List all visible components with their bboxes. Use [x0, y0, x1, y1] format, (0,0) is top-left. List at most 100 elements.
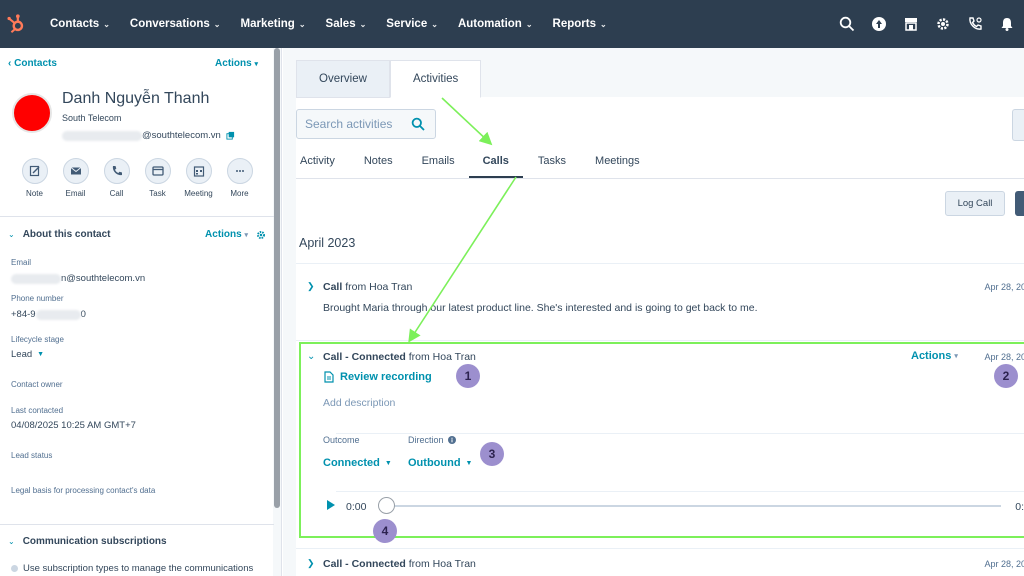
call-from: from Hoa Tran: [408, 558, 476, 570]
chevron-down-icon: ⌄: [359, 19, 367, 29]
about-actions-dropdown[interactable]: Actions ▾: [205, 229, 266, 240]
main-content: Overview Activities Activity Notes Email…: [283, 48, 1024, 576]
contact-email: @southtelecom.vn: [62, 130, 235, 141]
nav-marketing[interactable]: Marketing ⌄: [241, 18, 306, 30]
chevron-right-icon[interactable]: ❯: [307, 558, 315, 569]
marketplace-icon[interactable]: [902, 15, 920, 33]
email-label: Email: [11, 258, 32, 267]
about-section-header[interactable]: ⌄ About this contact Actions ▾: [8, 229, 266, 240]
phone-value[interactable]: +84-9 0: [11, 309, 86, 320]
chevron-down-icon[interactable]: ⌄: [8, 230, 15, 239]
owner-label: Contact owner: [11, 380, 63, 389]
legal-basis-label: Legal basis for processing contact's dat…: [11, 486, 156, 495]
calling-icon[interactable]: [966, 15, 984, 33]
email-icon[interactable]: [62, 158, 89, 184]
quick-action-label: Note: [26, 189, 43, 198]
redacted-text: [35, 309, 81, 320]
contact-name[interactable]: Danh Nguyễn Thanh: [62, 90, 209, 108]
annotation-badge-1: 1: [456, 364, 480, 388]
scrollbar-thumb[interactable]: [274, 48, 280, 508]
subtab-emails[interactable]: Emails: [422, 149, 455, 179]
subtab-calls[interactable]: Calls: [468, 149, 523, 179]
call-button[interactable]: Call: [96, 158, 137, 198]
chevron-down-icon[interactable]: ⌄: [8, 537, 15, 546]
last-contacted-value: 04/08/2025 10:25 AM GMT+7: [11, 420, 136, 431]
call-from: from Hoa Tran: [345, 281, 413, 293]
call-title[interactable]: Call - Connected from Hoa Tran: [323, 558, 476, 570]
top-navigation: Contacts ⌄ Conversations ⌄ Marketing ⌄ Sale…: [0, 0, 1024, 48]
nav-label: Conversations: [129, 18, 210, 30]
sidebar-scrollbar[interactable]: [273, 48, 281, 576]
nav-contacts[interactable]: Contacts ⌄: [50, 18, 110, 30]
settings-icon[interactable]: [934, 15, 952, 33]
subscriptions-text: Use subscription types to manage the com…: [11, 563, 253, 574]
nav-label: Sales: [325, 18, 356, 30]
more-button[interactable]: More: [219, 158, 260, 198]
upgrade-icon[interactable]: [870, 15, 888, 33]
call-title[interactable]: Call from Hoa Tran: [323, 281, 412, 293]
phone-label: Phone number: [11, 294, 64, 303]
nav-automation[interactable]: Automation ⌄: [458, 18, 533, 30]
subtab-tasks[interactable]: Tasks: [538, 149, 566, 179]
email-text: n@southtelecom.vn: [61, 273, 146, 284]
activity-type-tabs: Activity Notes Emails Calls Tasks Meetin…: [300, 149, 640, 179]
contact-actions-dropdown[interactable]: Actions ▾: [215, 58, 258, 69]
bullet-icon: [11, 565, 18, 572]
back-to-contacts-link[interactable]: ‹ Contacts: [8, 58, 57, 69]
task-icon[interactable]: [144, 158, 171, 184]
hubspot-logo-icon[interactable]: [0, 0, 32, 48]
phone-suffix: 0: [80, 309, 86, 320]
log-call-button[interactable]: Log Call: [945, 191, 1005, 216]
more-icon[interactable]: [226, 158, 253, 184]
search-icon[interactable]: [411, 117, 425, 131]
search-activities[interactable]: [296, 109, 436, 139]
subtab-divider: [296, 178, 1024, 179]
calendar-icon[interactable]: [185, 158, 212, 184]
phone-icon[interactable]: [103, 158, 130, 184]
annotation-badge-2: 2: [994, 364, 1018, 388]
create-button-edge[interactable]: [1015, 191, 1024, 216]
notifications-icon[interactable]: [998, 15, 1016, 33]
chevron-down-icon: ⌄: [213, 19, 221, 29]
nav-reports[interactable]: Reports ⌄: [553, 18, 607, 30]
tab-activities[interactable]: Activities: [389, 60, 482, 98]
actions-label: Actions: [205, 229, 242, 240]
chevron-down-icon: ▾: [254, 61, 258, 68]
annotation-badge-3: 3: [480, 442, 504, 466]
subscriptions-section-header[interactable]: ⌄ Communication subscriptions: [8, 536, 266, 547]
nav-conversations[interactable]: Conversations ⌄: [130, 18, 221, 30]
email-value[interactable]: n@southtelecom.vn: [11, 273, 145, 284]
tab-overview[interactable]: Overview: [296, 60, 390, 98]
redacted-text: [62, 130, 142, 141]
section-title: Communication subscriptions: [22, 536, 167, 547]
nav-sales[interactable]: Sales ⌄: [326, 18, 367, 30]
chevron-down-icon: ⌄: [431, 19, 438, 29]
lifecycle-dropdown[interactable]: Lead ▼: [11, 349, 44, 360]
chevron-right-icon[interactable]: ❯: [307, 281, 315, 292]
task-button[interactable]: Task: [137, 158, 178, 198]
quick-actions: Note Email Call Task Meeting More: [14, 158, 260, 198]
subtab-meetings[interactable]: Meetings: [595, 149, 640, 179]
gear-icon[interactable]: [256, 230, 266, 240]
quick-action-label: Email: [65, 189, 86, 198]
meeting-button[interactable]: Meeting: [178, 158, 219, 198]
search-input[interactable]: [305, 117, 405, 131]
call-card[interactable]: ❯ Call - Connected from Hoa Tran Apr 28,…: [296, 548, 1024, 576]
nav-service[interactable]: Service ⌄: [386, 18, 438, 30]
contact-sidebar: ‹ Contacts Actions ▾ Danh Nguyễn Thanh S…: [0, 48, 282, 576]
subtab-activity[interactable]: Activity: [300, 149, 335, 179]
avatar[interactable]: [12, 93, 52, 133]
nav-label: Contacts: [50, 18, 100, 30]
email-suffix: @southtelecom.vn: [142, 130, 221, 141]
search-icon[interactable]: [838, 15, 856, 33]
call-body: Brought Maria through our latest product…: [323, 302, 758, 314]
collapse-button[interactable]: [1012, 109, 1024, 141]
subtab-notes[interactable]: Notes: [364, 149, 393, 179]
email-button[interactable]: Email: [55, 158, 96, 198]
note-button[interactable]: Note: [14, 158, 55, 198]
note-icon[interactable]: [21, 158, 48, 184]
copy-icon[interactable]: [226, 131, 235, 140]
nav-label: Marketing: [240, 18, 295, 30]
divider: [0, 216, 274, 217]
call-card[interactable]: ❯ Call from Hoa Tran Apr 28, 2023 Brough…: [296, 263, 1024, 329]
